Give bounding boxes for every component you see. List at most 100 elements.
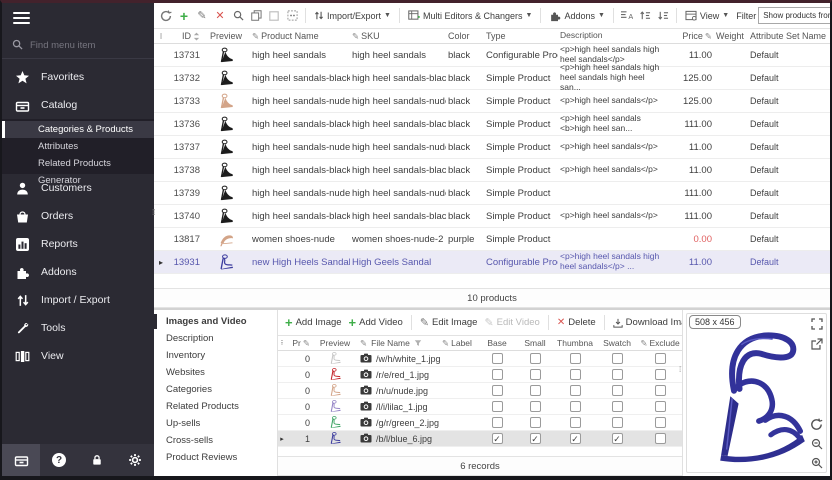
zoom-in-icon[interactable] (809, 455, 824, 470)
edit-image-button[interactable]: ✎Edit Image (418, 316, 480, 329)
product-row[interactable]: 13732high heel sandals-blackhigh heel sa… (154, 67, 830, 90)
base-checkbox[interactable] (492, 369, 503, 380)
col-header-thumbnail[interactable]: Thumbna (554, 338, 596, 348)
tab-product-reviews[interactable]: Product Reviews (154, 449, 277, 466)
product-row[interactable]: 13817women shoes-nudewomen shoes-nude-2p… (154, 228, 830, 251)
small-checkbox[interactable] (530, 353, 541, 364)
gear-icon[interactable] (116, 444, 154, 476)
edit-product-icon[interactable]: ✎ (194, 8, 210, 24)
small-checkbox[interactable] (530, 369, 541, 380)
image-row[interactable]: 0/w/h/white_1.jpg (278, 351, 682, 367)
swatch-checkbox[interactable] (612, 369, 623, 380)
panel-splitter-handle[interactable]: ⁞ (679, 368, 680, 372)
base-checkbox[interactable]: ✓ (492, 433, 503, 444)
small-checkbox[interactable] (530, 417, 541, 428)
swatch-checkbox[interactable] (612, 353, 623, 364)
sidebar-item-attributes[interactable]: Attributes (2, 138, 154, 155)
menu-search-input[interactable] (30, 40, 144, 51)
tab-cross-sells[interactable]: Cross-sells (154, 432, 277, 449)
base-checkbox[interactable] (492, 401, 503, 412)
refresh-icon[interactable] (158, 8, 174, 24)
multi-editors-menu[interactable]: Multi Editors & Changers▼ (405, 10, 535, 21)
lock-icon[interactable] (78, 444, 116, 476)
thumbnail-checkbox[interactable] (570, 353, 581, 364)
col-header-preview[interactable]: Preview (202, 31, 250, 41)
tab-up-sells[interactable]: Up-sells (154, 415, 277, 432)
thumbnail-checkbox[interactable] (570, 417, 581, 428)
sidebar-item-related-products-generator[interactable]: Related Products Generator (2, 155, 154, 172)
sort-az-icon[interactable]: A (619, 8, 635, 24)
image-row[interactable]: 0/g/r/green_2.jpg (278, 415, 682, 431)
tab-inventory[interactable]: Inventory (154, 347, 277, 364)
expand-all-icon[interactable] (637, 8, 653, 24)
sidebar-splitter-handle[interactable]: ⁞⁞ (152, 211, 154, 215)
sidebar-item-tools[interactable]: Tools (2, 314, 154, 342)
product-row[interactable]: 13733high heel sandals-nudehigh heel san… (154, 90, 830, 113)
base-checkbox[interactable] (492, 385, 503, 396)
tab-websites[interactable]: Websites (154, 364, 277, 381)
exclude-checkbox[interactable] (655, 401, 666, 412)
swatch-checkbox[interactable] (612, 385, 623, 396)
open-in-new-icon[interactable] (809, 336, 824, 351)
view-menu[interactable]: View▼ (682, 10, 732, 21)
col-header-id[interactable]: ID (168, 31, 202, 41)
sidebar-item-reports[interactable]: Reports (2, 230, 154, 258)
tab-description[interactable]: Description (154, 330, 277, 347)
sidebar-item-categories-products[interactable]: Categories & Products (2, 121, 154, 138)
col-header-color[interactable]: Color (446, 31, 484, 41)
col-header-exclude[interactable]: ✎Exclude (638, 338, 682, 349)
thumbnail-checkbox[interactable] (570, 385, 581, 396)
col-header-small[interactable]: Small (516, 338, 554, 348)
exclude-checkbox[interactable] (655, 433, 666, 444)
addons-menu[interactable]: Addons▼ (546, 10, 607, 22)
category-filter-select[interactable]: Show products from selected categories▼ (758, 7, 830, 24)
product-row[interactable]: 13737high heel sandals-nude-36high heel … (154, 136, 830, 159)
exclude-checkbox[interactable] (655, 369, 666, 380)
sidebar-item-addons[interactable]: Addons (2, 258, 154, 286)
tab-images-and-video[interactable]: Images and Video (154, 313, 277, 330)
sidebar-item-favorites[interactable]: Favorites (2, 63, 154, 91)
small-checkbox[interactable]: ✓ (530, 433, 541, 444)
image-row[interactable]: 0/n/u/nude.jpg (278, 383, 682, 399)
col-header-type[interactable]: Type (484, 31, 558, 41)
copy-icon[interactable] (248, 8, 264, 24)
help-icon[interactable]: ? (40, 444, 78, 476)
thumbnail-checkbox[interactable]: ✓ (570, 433, 581, 444)
rotate-icon[interactable] (809, 417, 824, 432)
sidebar-item-catalog[interactable]: Catalog (2, 91, 154, 119)
add-video-button[interactable]: +Add Video (347, 315, 405, 330)
thumbnail-checkbox[interactable] (570, 401, 581, 412)
thumbnail-checkbox[interactable] (570, 369, 581, 380)
exclude-checkbox[interactable] (655, 353, 666, 364)
col-header-swatch[interactable]: Swatch (596, 338, 638, 348)
product-row[interactable]: ▸13931new High Heels SandalsHigh Geels S… (154, 251, 830, 274)
sidebar-item-import-export[interactable]: Import / Export (2, 286, 154, 314)
swatch-checkbox[interactable] (612, 401, 623, 412)
download-image-button[interactable]: Download Image (611, 317, 682, 328)
delete-image-button[interactable]: ✕Delete (555, 317, 598, 328)
delete-product-icon[interactable]: ✕ (212, 8, 228, 24)
add-product-icon[interactable]: + (176, 8, 192, 24)
sidebar-item-view[interactable]: View (2, 342, 154, 370)
exclude-checkbox[interactable] (655, 417, 666, 428)
product-row[interactable]: 13740high heel sandals-black-38high heel… (154, 205, 830, 228)
add-image-button[interactable]: +Add Image (283, 315, 344, 330)
sidebar-item-orders[interactable]: Orders (2, 202, 154, 230)
image-row[interactable]: ▸1/b/l/blue_6.jpg✓✓✓✓ (278, 431, 682, 447)
collapse-all-icon[interactable] (655, 8, 671, 24)
col-header-price[interactable]: Price✎ (664, 31, 714, 42)
import-export-menu[interactable]: Import/Export▼ (311, 10, 394, 21)
store-icon[interactable] (2, 444, 40, 476)
exclude-checkbox[interactable] (655, 385, 666, 396)
col-header-weight[interactable]: Weight (714, 31, 748, 41)
product-row[interactable]: 13738high heel sandals-black-37high heel… (154, 159, 830, 182)
base-checkbox[interactable] (492, 417, 503, 428)
product-row[interactable]: 13739high heel sandals-nude-37high heel … (154, 182, 830, 205)
tab-related-products[interactable]: Related Products (154, 398, 277, 415)
base-checkbox[interactable] (492, 353, 503, 364)
paste-special-icon[interactable] (284, 8, 300, 24)
swatch-checkbox[interactable]: ✓ (612, 433, 623, 444)
col-header-attribute-set[interactable]: Attribute Set Name (748, 31, 830, 41)
tab-categories[interactable]: Categories (154, 381, 277, 398)
image-row[interactable]: 0/l/i/lilac_1.jpg (278, 399, 682, 415)
